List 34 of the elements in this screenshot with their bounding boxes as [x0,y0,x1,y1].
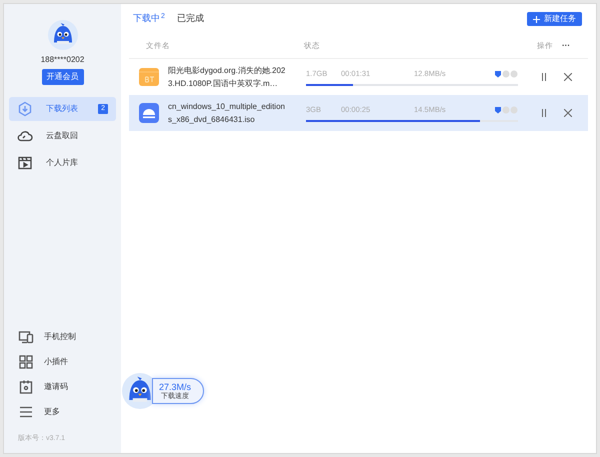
cloud-icon [17,128,33,144]
more-button[interactable]: ··· [561,40,571,52]
plus-icon [533,16,540,22]
pause-button[interactable] [540,73,548,81]
download-icon [17,101,33,117]
user-phone: 188****0202 [40,54,84,66]
close-button[interactable] [564,73,572,81]
close-icon [564,73,572,81]
pause-button[interactable] [540,109,548,117]
grid-icon [18,354,34,370]
nav-item[interactable]: 小插件 [9,352,116,372]
close-button[interactable] [564,109,572,117]
pause-icon [540,73,548,81]
folder-icon [138,66,160,88]
avatar [48,20,78,50]
vip-button[interactable]: 开通会员 [42,69,84,85]
file-name: cn_windows_10_multiple_editions_x86_dvd_6846431.iso [168,101,286,126]
devices-icon [18,329,34,345]
pause-icon [540,109,548,117]
tab[interactable]: 已完成 [176,12,204,26]
tab[interactable]: 下载中$^{2}$ [133,12,165,26]
menu-icon [18,404,34,420]
new-task-button[interactable]: 新建任务 [527,12,582,26]
nav-item[interactable]: 云盘取回 [9,124,116,148]
status-icons [494,106,518,114]
ticket-icon [18,379,34,395]
status-icons [494,70,518,78]
nav-item[interactable]: 手机控制 [9,328,116,346]
file-name: 阳光电影dygod.org.消失的她.2023.HD.1080P.国语中英双字.m… [168,65,286,90]
film-icon [17,155,33,171]
nav-item[interactable]: 更多 [9,402,116,422]
nav-item[interactable]: 邀请码 [9,378,116,396]
nav-item[interactable]: 个人片库 [9,151,116,175]
close-icon [564,109,572,117]
